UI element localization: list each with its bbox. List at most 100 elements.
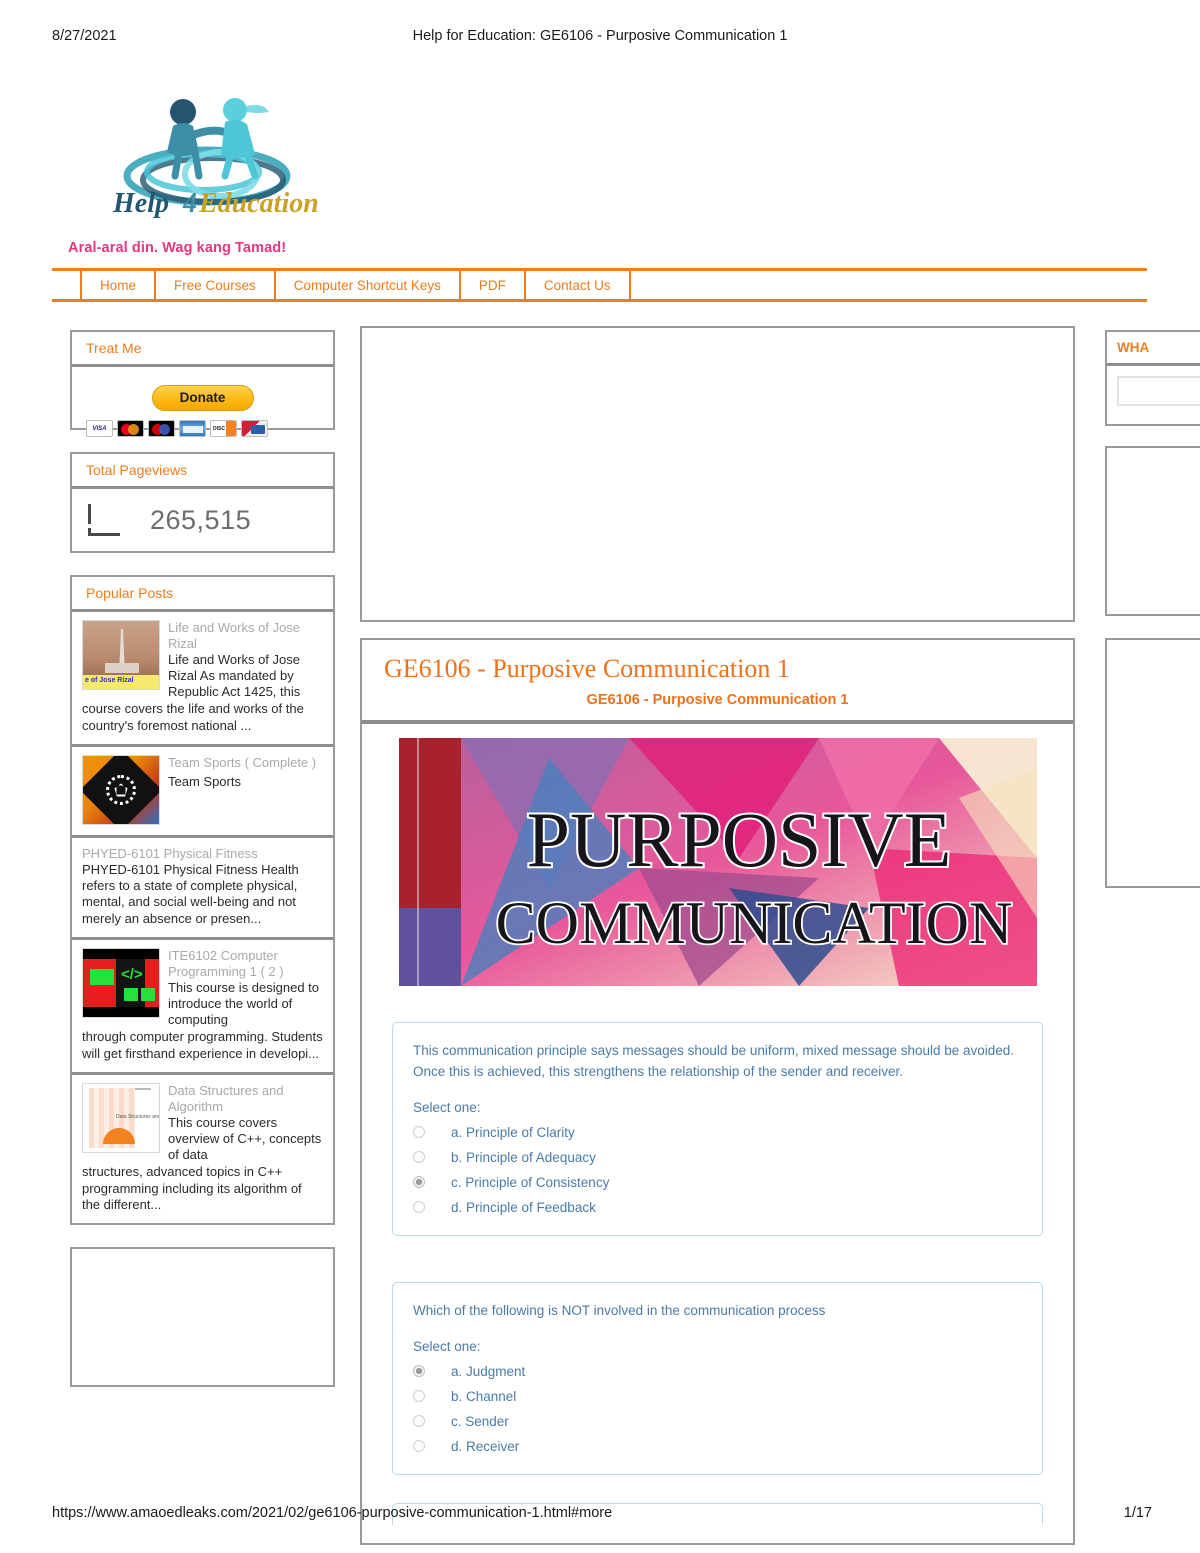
popular-post-title: PHYED-6101 Physical Fitness — [82, 845, 258, 861]
svg-text:Education: Education — [198, 188, 319, 219]
total-pageviews-widget: Total Pageviews 265,515 — [70, 452, 335, 553]
popular-post-snippet-rest: structures, advanced topics in C++ progr… — [82, 1164, 302, 1212]
nav-item-home[interactable]: Home — [80, 271, 157, 299]
popular-post-snippet: This course covers overview of C++, conc… — [168, 1114, 322, 1163]
total-pageviews-body: 265,515 — [72, 489, 333, 551]
discover-card-icon — [210, 420, 237, 437]
site-logo[interactable]: Help 4 Education — [95, 88, 325, 228]
nav-item-free-courses[interactable]: Free Courses — [154, 271, 276, 299]
print-page-number: 1/17 — [1123, 1505, 1152, 1521]
option-label: d. Principle of Feedback — [451, 1199, 596, 1215]
quiz-option[interactable]: b. Principle of Adequacy — [413, 1150, 1022, 1165]
popular-post-snippet: PHYED-6101 Physical Fitness Health refer… — [82, 861, 299, 926]
option-label: d. Receiver — [451, 1438, 520, 1454]
book-cover-thumbnail: Data Structures and Algorithm — [82, 1082, 160, 1153]
radio-button-icon[interactable] — [413, 1390, 425, 1403]
print-footer: https://www.amaoedleaks.com/2021/02/ge61… — [0, 1505, 1200, 1527]
popular-post-snippet: This course is designed to introduce the… — [168, 979, 320, 1028]
print-document-title: Help for Education: GE6106 - Purposive C… — [412, 28, 788, 44]
popular-post-item[interactable]: </> ITE6102 Computer Programming 1 ( 2 )… — [72, 940, 333, 1075]
thumb-caption: e of Jose Rizal — [85, 677, 134, 684]
radio-button-icon[interactable] — [413, 1415, 425, 1428]
option-label: b. Principle of Adequacy — [451, 1149, 596, 1165]
nav-item-pdf[interactable]: PDF — [458, 271, 526, 299]
post-body: PURPOSIVE COMMUNICATION This communicati… — [362, 724, 1073, 1543]
nav-filler — [628, 271, 1147, 299]
radio-button-icon[interactable] — [413, 1151, 425, 1164]
right-widget-inner-box — [1117, 376, 1200, 406]
radio-button-icon[interactable] — [413, 1176, 425, 1189]
option-label: c. Sender — [451, 1413, 509, 1429]
radio-button-icon[interactable] — [413, 1365, 425, 1378]
option-label: a. Judgment — [451, 1363, 526, 1379]
treat-me-title: Treat Me — [72, 332, 333, 367]
radio-button-icon[interactable] — [413, 1126, 425, 1139]
main-navigation: Home Free Courses Computer Shortcut Keys… — [52, 268, 1147, 302]
svg-text:4: 4 — [182, 188, 197, 219]
popular-post-snippet-rest: course covers the life and works of the … — [82, 701, 304, 733]
popular-post-item[interactable]: PHYED-6101 Physical Fitness PHYED-6101 P… — [72, 838, 333, 940]
right-widget-whats: WHA — [1105, 330, 1200, 426]
code-screen-thumbnail: </> — [82, 947, 160, 1018]
radio-button-icon[interactable] — [413, 1440, 425, 1453]
popular-post-snippet: Team Sports — [168, 773, 241, 789]
empty-sidebar-widget — [70, 1247, 335, 1388]
print-url: https://www.amaoedleaks.com/2021/02/ge61… — [52, 1505, 613, 1521]
pageview-count: 265,515 — [150, 504, 252, 535]
select-one-label: Select one: — [413, 1338, 481, 1354]
popular-post-snippet-rest: through computer programming. Students w… — [82, 1029, 323, 1061]
main-content: GE6106 - Purposive Communication 1 GE610… — [360, 326, 1075, 1545]
donate-button[interactable]: Donate — [151, 385, 254, 411]
amex-card-icon — [179, 420, 206, 437]
banner-line-1: PURPOSIVE — [526, 796, 951, 883]
blog-post-card: GE6106 - Purposive Communication 1 GE610… — [360, 638, 1075, 1545]
quiz-option[interactable]: c. Sender — [413, 1414, 1022, 1429]
quiz-question-block: This communication principle says messag… — [392, 1022, 1043, 1236]
popular-post-item[interactable]: e of Jose Rizal Life and Works of Jose R… — [72, 612, 333, 747]
right-empty-widget — [1105, 638, 1200, 888]
right-empty-widget — [1105, 446, 1200, 616]
post-subtitle: GE6106 - Purposive Communication 1 — [362, 692, 1073, 724]
svg-text:Help: Help — [112, 188, 169, 219]
treat-me-widget: Treat Me Donate — [70, 330, 335, 437]
payment-cards — [84, 420, 321, 437]
site-tagline: Aral-aral din. Wag kang Tamad! — [68, 240, 287, 256]
visa-card-icon — [86, 420, 113, 437]
radio-button-icon[interactable] — [413, 1201, 425, 1214]
print-header: 8/27/2021 Help for Education: GE6106 - P… — [0, 28, 1200, 48]
maestro-icon — [148, 420, 175, 437]
popular-post-item[interactable]: Data Structures and Algorithm Data Struc… — [72, 1075, 333, 1223]
nav-item-contact-us[interactable]: Contact Us — [523, 271, 631, 299]
quiz-question-block: Which of the following is NOT involved i… — [392, 1281, 1043, 1475]
popular-post-item[interactable]: Team Sports ( Complete ) Team Sports — [72, 747, 333, 838]
popular-posts-widget: Popular Posts e of Jose Rizal Life and W… — [70, 575, 335, 1226]
banner-line-2: COMMUNICATION — [495, 890, 1012, 956]
mastercard-icon — [117, 420, 144, 437]
popular-posts-title: Popular Posts — [72, 577, 333, 612]
popular-post-title: Team Sports ( Complete ) — [168, 754, 317, 770]
quiz-option[interactable]: c. Principle of Consistency — [413, 1175, 1022, 1190]
quiz-option[interactable]: b. Channel — [413, 1389, 1022, 1404]
option-label: c. Principle of Consistency — [451, 1174, 610, 1190]
popular-post-title: Life and Works of Jose Rizal — [168, 620, 300, 651]
printed-page: 8/27/2021 Help for Education: GE6106 - P… — [0, 0, 1200, 1553]
page-title: GE6106 - Purposive Communication 1 — [384, 654, 790, 683]
quiz-option[interactable]: a. Principle of Clarity — [413, 1125, 1022, 1140]
purposive-communication-banner-image: PURPOSIVE COMMUNICATION — [398, 738, 1037, 986]
quiz-option[interactable]: a. Judgment — [413, 1364, 1022, 1379]
nav-item-computer-shortcut-keys[interactable]: Computer Shortcut Keys — [273, 271, 461, 299]
popular-post-snippet: Life and Works of Jose Rizal As mandated… — [168, 651, 301, 700]
question-text: Which of the following is NOT involved i… — [413, 1302, 826, 1318]
popular-post-title: ITE6102 Computer Programming 1 ( 2 ) — [168, 947, 284, 979]
quiz-option[interactable]: d. Receiver — [413, 1439, 1022, 1454]
question-text: This communication principle says messag… — [413, 1043, 1015, 1079]
treat-me-body: Donate — [72, 367, 333, 447]
popular-post-title: Data Structures and Algorithm — [168, 1082, 284, 1114]
ad-placeholder-box — [360, 326, 1075, 622]
help4education-logo-icon: Help 4 Education — [112, 98, 319, 219]
select-one-label: Select one: — [413, 1099, 481, 1115]
total-pageviews-title: Total Pageviews — [72, 454, 333, 489]
counter-chart-icon — [86, 504, 120, 536]
quiz-option[interactable]: d. Principle of Feedback — [413, 1200, 1022, 1215]
rizal-monument-thumbnail: e of Jose Rizal — [82, 620, 160, 690]
